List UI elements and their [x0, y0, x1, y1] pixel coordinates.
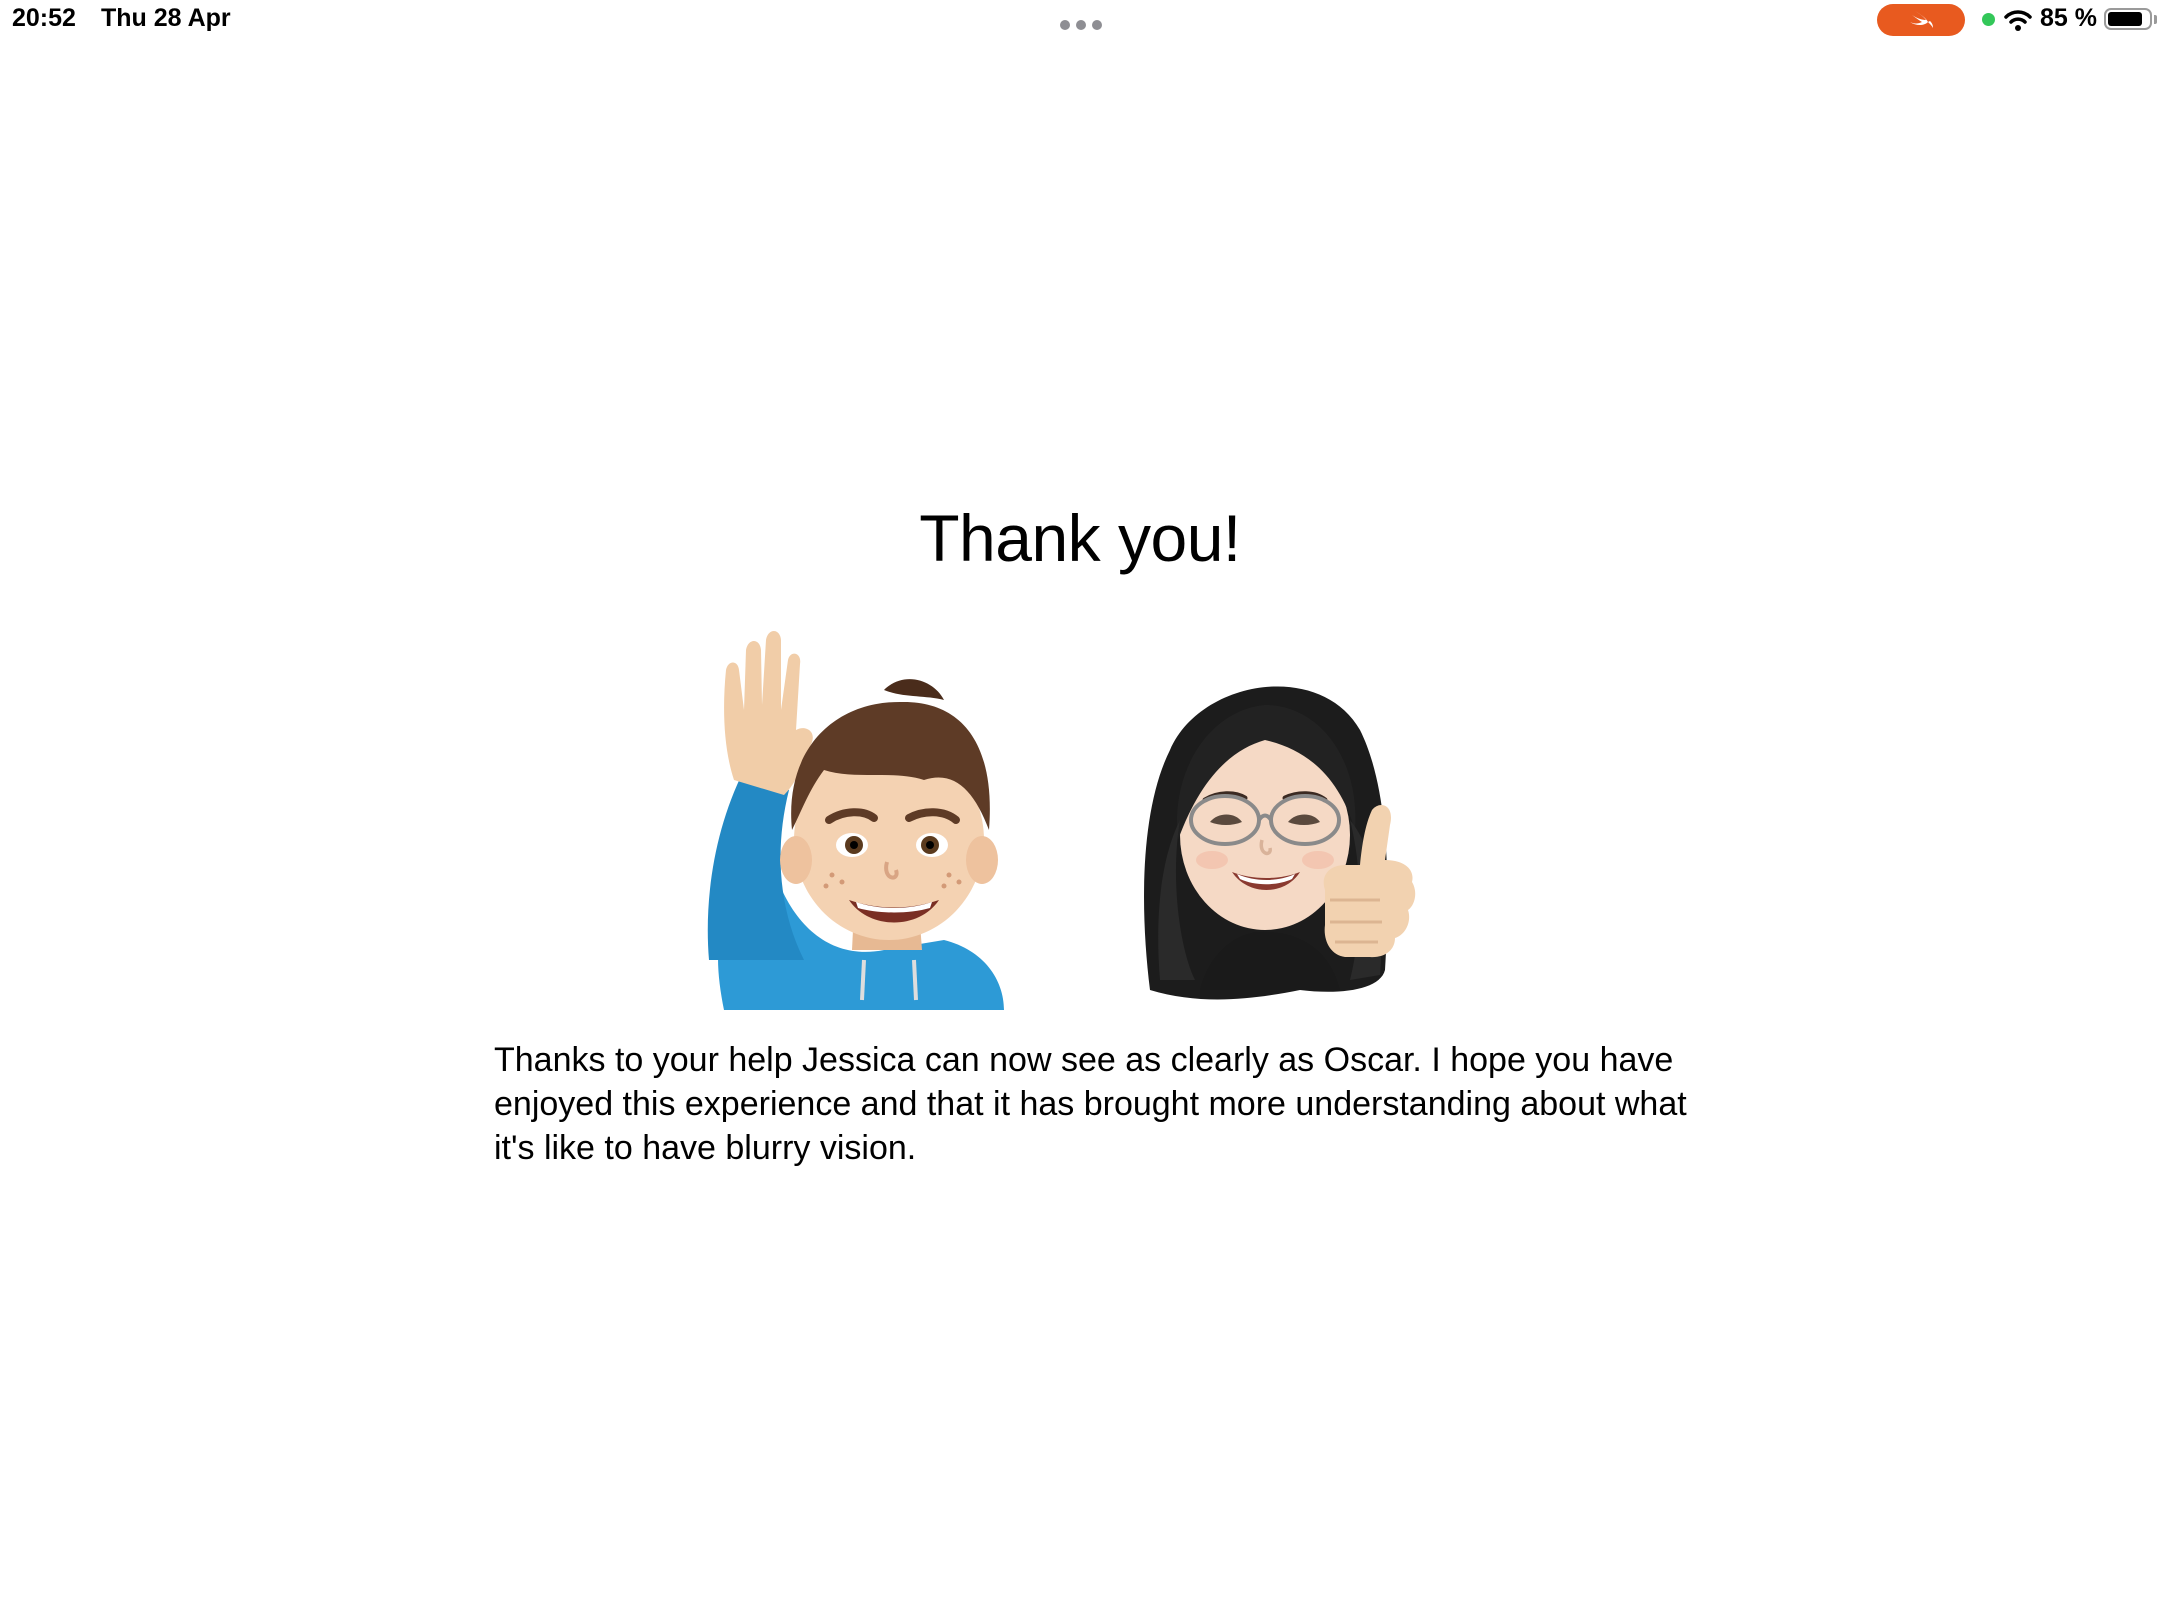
thumbs-up-girl-memoji-icon	[1144, 686, 1416, 1000]
status-date: Thu 28 Apr	[101, 4, 231, 32]
camera-indicator-dot	[1982, 13, 1995, 26]
wifi-icon	[2004, 10, 2032, 31]
swift-icon	[1910, 11, 1933, 28]
waving-boy-memoji-icon	[707, 631, 1004, 1010]
screen: 20:52 Thu 28 Apr 85 % Thank you! Thanks …	[0, 0, 2160, 1620]
battery-percentage: 85 %	[2040, 4, 2097, 32]
multitasking-dots-icon[interactable]	[1060, 20, 1102, 30]
battery-icon	[2104, 8, 2152, 30]
status-bar: 20:52 Thu 28 Apr 85 %	[0, 0, 2160, 40]
thank-you-message: Thanks to your help Jessica can now see …	[494, 1041, 1687, 1167]
battery-tip	[2154, 15, 2157, 24]
swift-playgrounds-pill[interactable]	[1877, 4, 1965, 36]
page-title: Thank you!	[919, 501, 1241, 575]
status-time: 20:52	[12, 4, 76, 32]
